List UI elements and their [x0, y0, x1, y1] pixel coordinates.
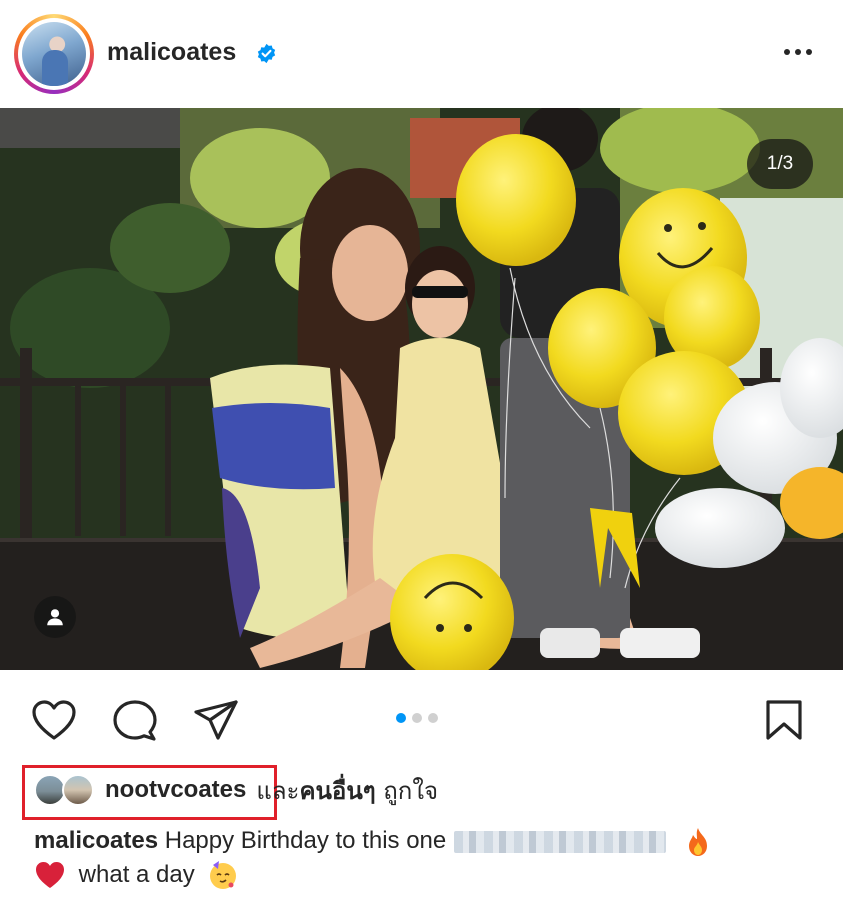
liker-avatar	[62, 774, 94, 806]
more-dot	[784, 49, 790, 55]
verified-badge-icon	[257, 43, 276, 64]
more-dot	[795, 49, 801, 55]
fire-emoji-icon	[688, 827, 707, 856]
likes-others-link[interactable]: คนอื่นๆ	[299, 777, 375, 805]
carousel-dot	[412, 713, 422, 723]
paper-plane-icon[interactable]	[192, 698, 240, 742]
blurred-mention	[454, 830, 667, 853]
heart-icon[interactable]	[30, 698, 78, 742]
post-photo[interactable]: 1/3	[0, 108, 843, 670]
action-bar	[0, 670, 843, 765]
caption-text: Happy Birthday to this one	[164, 827, 447, 854]
partying-face-emoji-icon	[210, 861, 237, 890]
carousel-indicator	[396, 713, 438, 723]
person-tag-icon	[47, 609, 63, 626]
more-dot	[806, 49, 812, 55]
likes-suffix: ถูกใจ	[383, 776, 439, 805]
carousel-dot	[396, 713, 406, 723]
photo-illustration	[0, 108, 843, 670]
username-link[interactable]: malicoates	[107, 38, 236, 67]
likes-connector: และ	[256, 776, 300, 805]
more-options-button[interactable]	[781, 40, 815, 64]
post-header: malicoates	[0, 0, 843, 108]
profile-avatar[interactable]	[14, 14, 94, 94]
red-heart-emoji-icon	[36, 862, 64, 889]
caption-username[interactable]: malicoates	[34, 827, 158, 854]
comment-bubble-icon[interactable]	[111, 698, 159, 742]
bookmark-icon[interactable]	[762, 698, 806, 742]
tagged-people-button[interactable]	[34, 596, 76, 638]
likes-text: และคนอื่นๆ ถูกใจ	[256, 771, 438, 810]
avatar-photo	[22, 22, 86, 86]
carousel-counter: 1/3	[747, 139, 813, 189]
liker-username[interactable]: nootvcoates	[105, 776, 246, 804]
likes-summary[interactable]: nootvcoates และคนอื่นๆ ถูกใจ	[34, 770, 438, 810]
carousel-dot	[428, 713, 438, 723]
post-caption: malicoates Happy Birthday to this one wh…	[34, 824, 824, 891]
caption-line2: what a day	[78, 860, 195, 888]
